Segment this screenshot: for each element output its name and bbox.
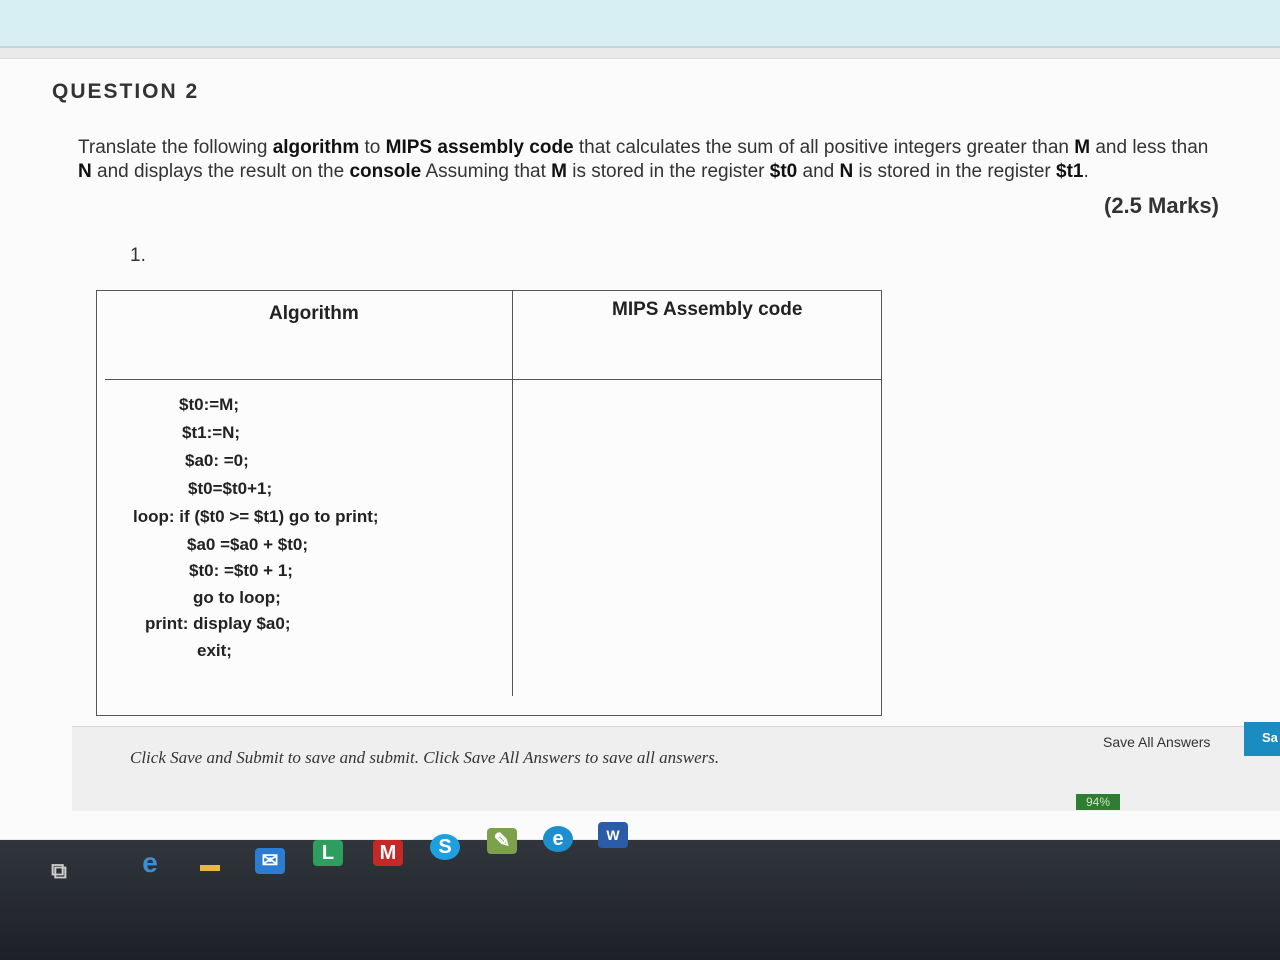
question-text: Translate the following algorithm to MIP… xyxy=(78,136,1228,184)
table-column-divider xyxy=(512,291,513,696)
question-text-segment: $t0 xyxy=(769,161,798,182)
question-text-segment: Assuming that xyxy=(421,161,552,182)
question-text-segment: . xyxy=(1083,161,1089,182)
battery-indicator: 94% xyxy=(1076,794,1120,810)
table-header-divider xyxy=(105,379,881,380)
question-header: QUESTION 2 xyxy=(52,80,200,103)
algorithm-column-header: Algorithm xyxy=(269,303,359,324)
question-text-segment: to xyxy=(359,137,386,158)
question-text-segment: M xyxy=(1074,137,1091,158)
algorithm-line: $a0: =0; xyxy=(185,451,249,470)
mail-icon[interactable]: ✉ xyxy=(255,848,285,874)
algorithm-line: $a0 =$a0 + $t0; xyxy=(187,535,308,554)
question-text-segment: algorithm xyxy=(272,137,360,158)
question-text-segment: is stored in the register xyxy=(567,161,770,182)
algorithm-line: $t0=$t0+1; xyxy=(188,479,273,498)
question-text-line-2: N and displays the result on the console… xyxy=(78,160,1228,184)
question-text-segment: and xyxy=(797,161,840,182)
taskbar: ⧉ e ▬ ✉ L M S ✎ e W xyxy=(0,822,1280,960)
edge-legacy-icon[interactable]: e xyxy=(135,849,165,877)
save-all-answers-button[interactable]: Save All Answers xyxy=(1103,734,1210,750)
skype-icon[interactable]: S xyxy=(430,834,460,860)
algorithm-line: $t1:=N; xyxy=(182,423,241,442)
question-text-segment: N xyxy=(78,161,92,182)
mcafee-icon[interactable]: M xyxy=(373,840,403,866)
mips-answer-cell[interactable] xyxy=(517,383,877,693)
algorithm-line: print: display $a0; xyxy=(145,614,291,633)
submit-instructions: Click Save and Submit to save and submit… xyxy=(130,748,720,767)
algorithm-line: exit; xyxy=(197,641,232,660)
algorithm-table: Algorithm MIPS Assembly code $t0:=M; $t1… xyxy=(96,290,882,716)
question-text-segment: M xyxy=(551,161,567,182)
question-text-segment: and less than xyxy=(1090,137,1209,158)
algorithm-line: loop: if ($t0 >= $t1) go to print; xyxy=(133,507,379,526)
top-strip xyxy=(0,0,1280,48)
file-explorer-icon[interactable]: ▬ xyxy=(195,852,225,878)
l-app-icon[interactable]: L xyxy=(313,840,343,866)
question-marks: (2.5 Marks) xyxy=(1104,193,1219,218)
algorithm-line: $t0:=M; xyxy=(179,395,239,414)
word-icon[interactable]: W xyxy=(598,822,628,848)
question-text-line-1: Translate the following algorithm to MIP… xyxy=(78,136,1228,160)
question-text-segment: $t1 xyxy=(1056,161,1084,182)
save-and-submit-button[interactable]: Sa xyxy=(1244,722,1280,756)
mips-column-header: MIPS Assembly code xyxy=(612,299,803,320)
algorithm-line: $t0: =$t0 + 1; xyxy=(189,561,293,580)
algorithm-line: go to loop; xyxy=(193,588,281,607)
question-text-segment: MIPS assembly code xyxy=(385,137,574,158)
question-text-segment: console xyxy=(349,161,422,182)
question-text-segment: and displays the result on the xyxy=(91,161,350,182)
question-text-segment: that calculates the sum of all positive … xyxy=(573,137,1075,158)
task-view-icon[interactable]: ⧉ xyxy=(44,858,74,884)
edge-icon[interactable]: e xyxy=(543,826,573,852)
question-text-segment: is stored in the register xyxy=(853,161,1056,182)
photo-app-icon[interactable]: ✎ xyxy=(487,828,517,854)
sub-question-number: 1. xyxy=(130,245,146,266)
question-text-segment: N xyxy=(839,161,854,182)
question-text-segment: Translate the following xyxy=(78,137,273,158)
